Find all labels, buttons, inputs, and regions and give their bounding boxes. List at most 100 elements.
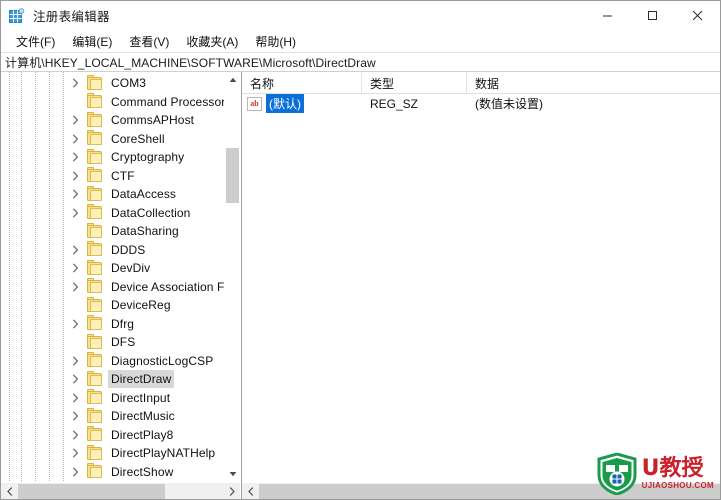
tree-item-label: DiagnosticLogCSP [111,353,214,368]
value-row[interactable]: ab (默认) REG_SZ (数值未设置) [242,94,720,113]
tree-hscroll-thumb[interactable] [18,483,165,499]
chevron-right-icon[interactable] [69,281,81,293]
chevron-right-icon[interactable] [69,133,81,145]
tree-item-directdraw[interactable]: DirectDraw [1,370,224,389]
column-header-type[interactable]: 类型 [362,72,467,94]
tree-item-diagnosticlogcsp[interactable]: DiagnosticLogCSP [1,352,224,371]
tree-item-label: DeviceReg [111,298,171,313]
tree-item-label: CTF [111,168,135,183]
folder-icon [87,130,103,146]
tree-item-label: DirectShow [111,464,174,479]
tree-item-directshow[interactable]: DirectShow [1,463,224,482]
scroll-up-button[interactable] [225,72,240,88]
tree-item-label: DataSharing [111,224,179,239]
tree-item-label: COM3 [111,76,147,91]
tree-item-ddds[interactable]: DDDS [1,241,224,260]
scroll-right-button[interactable] [223,483,240,500]
tree-item-directplay8[interactable]: DirectPlay8 [1,426,224,445]
column-header-name[interactable]: 名称 [242,72,362,94]
tree-item-com3[interactable]: COM3 [1,74,224,93]
value-list-inner: 名称 类型 数据 ab (默认) REG_SZ (数值未设置) [242,72,720,482]
menu-item-file[interactable]: 文件(F) [8,31,64,52]
tree-item-label: DDDS [111,242,146,257]
chevron-right-icon[interactable] [69,392,81,404]
value-rows[interactable]: ab (默认) REG_SZ (数值未设置) [242,94,720,482]
value-name-cell[interactable]: ab (默认) [242,94,362,113]
tree-item-dataaccess[interactable]: DataAccess [1,185,224,204]
tree-item-directinput[interactable]: DirectInput [1,389,224,408]
scroll-left-button[interactable] [242,483,259,500]
title-bar: 注册表编辑器 [1,1,720,31]
maximize-button[interactable] [630,1,675,31]
chevron-right-icon[interactable] [69,318,81,330]
tree-item-label: Command Processor [111,94,224,109]
tree-vertical-scrollbar[interactable] [224,72,240,482]
tree-item-directplaynathelp[interactable]: DirectPlayNATHelp [1,444,224,463]
folder-icon [87,407,103,423]
value-horizontal-scrollbar[interactable] [242,482,720,499]
tree-item-coreshell[interactable]: CoreShell [1,130,224,149]
tree-item-ctf[interactable]: CTF [1,167,224,186]
folder-icon [87,463,103,479]
scroll-left-button[interactable] [1,483,18,500]
folder-icon [87,389,103,405]
folder-icon [87,167,103,183]
chevron-right-icon[interactable] [69,114,81,126]
chevron-right-icon[interactable] [69,410,81,422]
chevron-right-icon[interactable] [69,447,81,459]
tree-item-label: Cryptography [111,150,185,165]
folder-icon [87,148,103,164]
tree-item-directmusic[interactable]: DirectMusic [1,407,224,426]
folder-icon [87,315,103,331]
close-button[interactable] [675,1,720,31]
tree-hscroll-track[interactable] [18,483,223,500]
value-hscroll-track[interactable] [259,483,720,500]
folder-icon [87,296,103,312]
tree-item-command-processor[interactable]: Command Processor [1,93,224,112]
chevron-right-icon[interactable] [69,244,81,256]
tree-item-devicereg[interactable]: DeviceReg [1,296,224,315]
value-type-cell: REG_SZ [370,96,419,111]
registry-editor-window: 注册表编辑器 文件(F) 编辑(E) 查看(V) 收藏夹(A) 帮助(H) 计算… [0,0,721,500]
value-list-pane: 名称 类型 数据 ab (默认) REG_SZ (数值未设置) [241,72,720,499]
tree-scroll-track[interactable] [225,88,240,466]
value-name-text: (默认) [266,94,304,113]
tree-item-label: DFS [111,335,136,350]
column-header-data[interactable]: 数据 [467,72,720,94]
scroll-down-button[interactable] [225,466,240,482]
chevron-right-icon[interactable] [69,373,81,385]
tree-item-dfrg[interactable]: Dfrg [1,315,224,334]
chevron-right-icon[interactable] [69,466,81,478]
menu-item-help[interactable]: 帮助(H) [247,31,305,52]
menu-item-favorites[interactable]: 收藏夹(A) [178,31,247,52]
tree-item-devdiv[interactable]: DevDiv [1,259,224,278]
chevron-right-icon[interactable] [69,188,81,200]
tree-scroll-thumb[interactable] [226,148,239,203]
tree-item-commsaphost[interactable]: CommsAPHost [1,111,224,130]
tree-item-device-association-fra[interactable]: Device Association Fra [1,278,224,297]
folder-icon [87,259,103,275]
address-bar[interactable]: 计算机\HKEY_LOCAL_MACHINE\SOFTWARE\Microsof… [1,52,720,72]
tree-horizontal-scrollbar[interactable] [1,482,240,499]
tree-item-label: Dfrg [111,316,135,331]
chevron-right-icon[interactable] [69,151,81,163]
value-data-cell: (数值未设置) [475,97,543,111]
tree-item-datasharing[interactable]: DataSharing [1,222,224,241]
registry-key-tree[interactable]: COM3 Command Processor CommsAPHost CoreShel… [1,72,224,482]
tree-item-label: CommsAPHost [111,113,195,128]
minimize-button[interactable] [585,1,630,31]
chevron-right-icon[interactable] [69,77,81,89]
menu-item-edit[interactable]: 编辑(E) [64,31,121,52]
chevron-right-icon[interactable] [69,262,81,274]
folder-icon [87,185,103,201]
chevron-right-icon[interactable] [69,170,81,182]
menu-bar: 文件(F) 编辑(E) 查看(V) 收藏夹(A) 帮助(H) [1,31,720,52]
tree-item-cryptography[interactable]: Cryptography [1,148,224,167]
chevron-right-icon[interactable] [69,355,81,367]
value-hscroll-thumb[interactable] [259,483,720,499]
chevron-right-icon[interactable] [69,429,81,441]
tree-item-dfs[interactable]: DFS [1,333,224,352]
chevron-right-icon[interactable] [69,207,81,219]
tree-item-datacollection[interactable]: DataCollection [1,204,224,223]
menu-item-view[interactable]: 查看(V) [121,31,178,52]
